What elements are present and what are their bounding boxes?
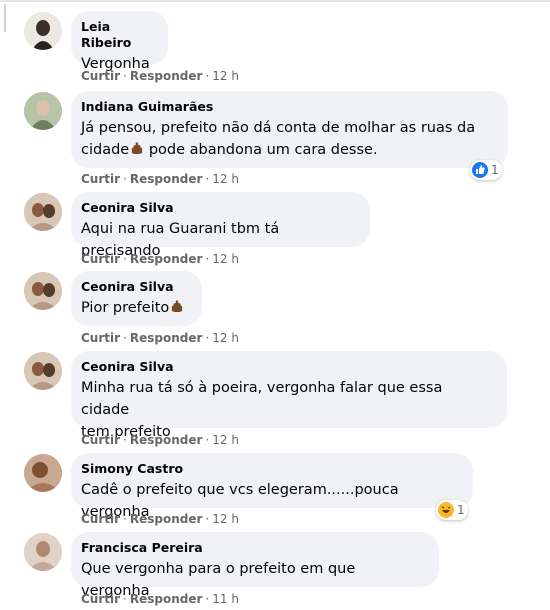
like-link[interactable]: Curtir xyxy=(81,433,120,447)
comment-author[interactable]: Indiana Guimarães xyxy=(81,99,496,115)
comment-bubble: Francisca Pereira Que vergonha para o pr… xyxy=(71,532,439,599)
avatar[interactable] xyxy=(24,352,62,390)
comment-bubble: Ceonira Silva Minha rua tá só à poeira, … xyxy=(71,351,507,440)
comment-actions: Curtir · Responder · 12 h xyxy=(81,512,239,526)
poop-emoji-icon xyxy=(131,142,143,154)
comment-time[interactable]: 12 h xyxy=(212,252,239,266)
comment-author[interactable]: Simony Castro xyxy=(81,461,461,477)
reply-link[interactable]: Responder xyxy=(130,172,203,186)
comment-text-line2: cidade xyxy=(81,142,130,158)
reply-link[interactable]: Responder xyxy=(130,252,203,266)
reply-link[interactable]: Responder xyxy=(130,69,203,83)
comment-time[interactable]: 12 h xyxy=(212,433,239,447)
comment-actions: Curtir · Responder · 12 h xyxy=(81,252,239,266)
comment-actions: Curtir · Responder · 12 h xyxy=(81,69,239,83)
like-link[interactable]: Curtir xyxy=(81,592,120,606)
comment-text-line2b: pode abandona um cara desse. xyxy=(144,142,378,158)
reaction-badge[interactable]: 1 xyxy=(436,500,468,520)
comment-bubble: Simony Castro Cadê o prefeito que vcs el… xyxy=(71,453,473,520)
reaction-count: 1 xyxy=(457,503,465,517)
comment-actions: Curtir · Responder · 12 h xyxy=(81,331,239,345)
avatar[interactable] xyxy=(24,533,62,571)
top-divider xyxy=(0,0,550,2)
like-reaction-icon xyxy=(472,162,488,178)
comment-text: Já pensou, prefeito não dá conta de molh… xyxy=(81,117,496,161)
comment-author[interactable]: Ceonira Silva xyxy=(81,200,358,216)
comment-text-line1: Já pensou, prefeito não dá conta de molh… xyxy=(81,120,476,136)
comment-text-body: Pior prefeito xyxy=(81,300,170,316)
comment-author[interactable]: Francisca Pereira xyxy=(81,540,427,556)
comment-bubble: Ceonira Silva Aqui na rua Guarani tbm tá… xyxy=(71,192,370,259)
like-link[interactable]: Curtir xyxy=(81,512,120,526)
comment-actions: Curtir · Responder · 12 h xyxy=(81,433,239,447)
thread-line xyxy=(4,4,6,32)
avatar[interactable] xyxy=(24,272,62,310)
comment-time[interactable]: 11 h xyxy=(212,592,239,606)
comment-author[interactable]: Ceonira Silva xyxy=(81,279,190,295)
avatar[interactable] xyxy=(24,12,62,50)
reaction-badge[interactable]: 1 xyxy=(470,160,502,180)
avatar[interactable] xyxy=(24,454,62,492)
comment-text: Pior prefeito xyxy=(81,297,190,319)
reply-link[interactable]: Responder xyxy=(130,592,203,606)
like-link[interactable]: Curtir xyxy=(81,331,120,345)
like-link[interactable]: Curtir xyxy=(81,172,120,186)
reaction-count: 1 xyxy=(491,163,499,177)
comment-actions: Curtir · Responder · 11 h xyxy=(81,592,239,606)
comment-time[interactable]: 12 h xyxy=(212,512,239,526)
comment-author[interactable]: Leia Ribeiro xyxy=(81,19,156,51)
comment-actions: Curtir · Responder · 12 h xyxy=(81,172,239,186)
comment-text-line1: Minha rua tá só à poeira, vergonha falar… xyxy=(81,380,443,418)
comment-time[interactable]: 12 h xyxy=(212,331,239,345)
avatar[interactable] xyxy=(24,92,62,130)
reply-link[interactable]: Responder xyxy=(130,331,203,345)
like-link[interactable]: Curtir xyxy=(81,252,120,266)
like-link[interactable]: Curtir xyxy=(81,69,120,83)
poop-emoji-icon xyxy=(171,300,183,312)
comment-time[interactable]: 12 h xyxy=(212,69,239,83)
comment-bubble: Indiana Guimarães Já pensou, prefeito nã… xyxy=(71,91,508,168)
reply-link[interactable]: Responder xyxy=(130,512,203,526)
comment-bubble: Ceonira Silva Pior prefeito xyxy=(71,271,202,326)
comment-bubble: Leia Ribeiro Vergonha xyxy=(71,11,168,72)
comment-time[interactable]: 12 h xyxy=(212,172,239,186)
haha-reaction-icon xyxy=(438,502,454,518)
comment-author[interactable]: Ceonira Silva xyxy=(81,359,495,375)
reply-link[interactable]: Responder xyxy=(130,433,203,447)
avatar[interactable] xyxy=(24,193,62,231)
